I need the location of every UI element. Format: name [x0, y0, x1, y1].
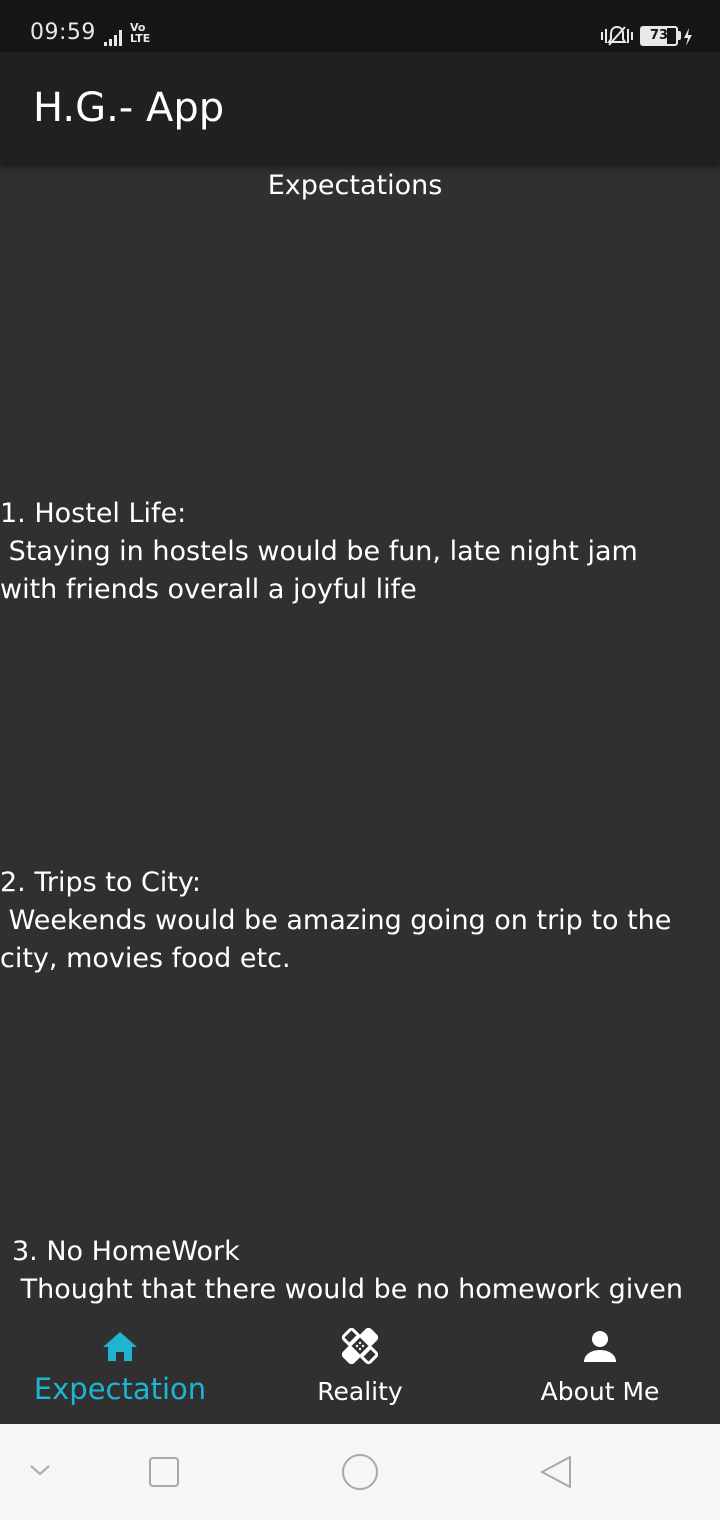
chevron-down-icon[interactable] [28, 1462, 52, 1478]
page-heading: Expectations [267, 170, 443, 201]
expectation-item: 1. Hostel Life: Staying in hostels would… [0, 495, 720, 609]
item-body: Thought that there would be no homework … [12, 1274, 683, 1305]
signal-icon [104, 30, 122, 46]
battery-percent: 73 [649, 28, 669, 43]
app-title: H.G.- App [33, 85, 225, 131]
item-title: 3. No HomeWork [12, 1236, 240, 1267]
nav-item-about-me[interactable]: About Me [480, 1324, 720, 1424]
expectation-item: 2. Trips to City: Weekends would be amaz… [0, 864, 720, 978]
battery-icon: 73 [640, 26, 678, 46]
status-bar: 09:59 Vo LTE 73 [0, 0, 720, 52]
item-body: Weekends would be amazing going on trip … [0, 905, 672, 974]
nav-item-reality[interactable]: Reality [240, 1324, 480, 1424]
charging-icon [684, 28, 692, 46]
volte-icon: Vo LTE [130, 21, 151, 45]
bandage-icon [341, 1327, 379, 1365]
vibrate-icon [601, 25, 633, 46]
nav-item-expectation[interactable]: Expectation [0, 1324, 240, 1424]
item-body: Staying in hostels would be fun, late ni… [0, 536, 638, 605]
person-icon [584, 1331, 616, 1362]
content-scroll[interactable]: Expectations 1. Hostel Life: Staying in … [0, 164, 720, 1324]
battery-tip [678, 31, 681, 40]
bottom-navigation: Expectation Reality About Me [0, 1324, 720, 1424]
status-time: 09:59 [30, 20, 96, 45]
recents-icon[interactable] [148, 1456, 180, 1488]
home-circle-icon[interactable] [340, 1452, 380, 1492]
app-bar: H.G.- App [0, 52, 720, 164]
item-title: 1. Hostel Life: [0, 498, 187, 529]
system-navigation-bar [0, 1424, 720, 1520]
back-icon[interactable] [538, 1454, 574, 1490]
home-icon [103, 1332, 137, 1361]
nav-label-reality: Reality [317, 1377, 403, 1406]
item-title: 2. Trips to City: [0, 867, 201, 898]
nav-label-expectation: Expectation [33, 1372, 207, 1406]
nav-label-about-me: About Me [540, 1377, 660, 1406]
expectation-item: 3. No HomeWork Thought that there would … [12, 1233, 720, 1309]
